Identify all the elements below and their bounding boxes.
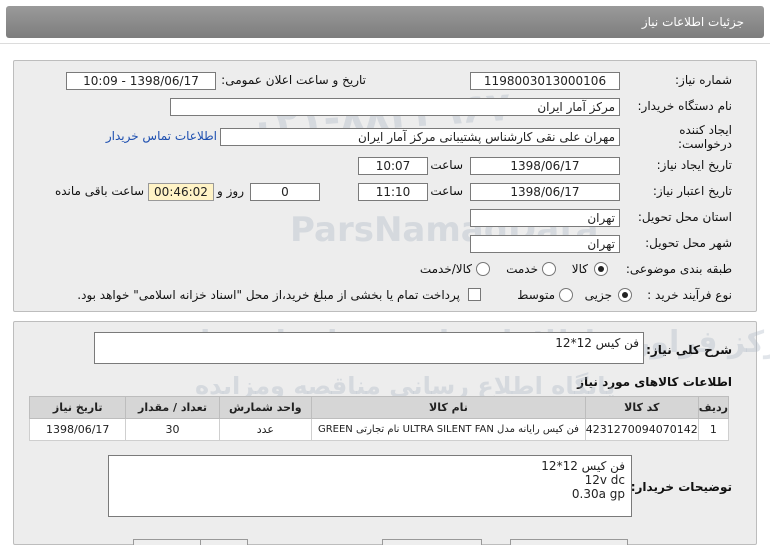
buyer-org-label: نام دستگاه خریدار: [637,99,733,113]
province-label: استان محل تحویل: [637,210,732,224]
creator-label-line2: درخواست: [678,137,732,151]
process-option-minor: جزیی [584,288,612,302]
page-title: جزئیات اطلاعات نیاز [641,15,744,29]
treasury-payment-checkbox[interactable] [468,288,481,301]
cell-need-date: 1398/06/17 [28,418,127,441]
buyer-contact-link[interactable]: اطلاعات تماس خریدار [106,129,217,143]
cell-unit: عدد [218,418,313,441]
col-header-row-number: ردیف [697,396,730,419]
table-row: 1 4231270094070142 فن کیس رایانه مدل ULT… [28,418,730,441]
col-header-item-code: کد کالا [584,396,699,419]
bottom-button-3[interactable] [200,539,248,545]
category-option-service: خدمت [506,262,538,276]
city-field: تهران [470,235,620,253]
buyer-org-field: مرکز آمار ایران [170,98,620,116]
days-label: روز و [217,184,244,198]
bottom-button-4[interactable] [510,539,628,545]
creator-label-line1: ایجاد کننده [679,123,732,137]
validity-date-field: 1398/06/17 [470,183,620,201]
buyer-notes-field: فن کیس 12*12 12v dc 0.30a gp [108,455,632,517]
col-header-quantity: تعداد / مقدار [125,396,220,419]
category-option-goods: کالا [571,262,588,276]
category-radio-service[interactable] [542,262,556,276]
category-label: طبقه بندی موضوعی: [625,262,732,276]
category-radio-goods[interactable] [594,262,608,276]
col-header-item-name: نام کالا [311,396,586,419]
need-number-label: شماره نیاز: [675,73,732,87]
days-remaining-field: 0 [250,183,320,201]
create-time-field: 10:07 [358,157,428,175]
summary-label: شرح کلی نیاز: [646,343,732,357]
cell-item-code: 4231270094070142 [584,418,699,441]
remaining-time-label: ساعت باقی مانده [54,184,144,198]
items-table: ردیف کد کالا نام کالا واحد شمارش تعداد /… [28,396,730,441]
cell-row-number: 1 [697,418,730,441]
buyer-notes-line: 0.30a gp [571,487,625,501]
col-header-unit: واحد شمارش [218,396,313,419]
items-section-title: اطلاعات کالاهای مورد نیاز [577,375,732,389]
buyer-notes-line: 12v dc [584,473,625,487]
remaining-time-field: 00:46:02 [148,183,214,201]
items-table-header: ردیف کد کالا نام کالا واحد شمارش تعداد /… [28,396,730,419]
category-option-goods-service: کالا/خدمت [419,262,472,276]
process-radio-medium[interactable] [559,288,573,302]
title-bar-background: جزئیات اطلاعات نیاز [6,6,764,38]
create-date-label: تاریخ ایجاد نیاز: [656,158,732,172]
summary-field: فن کیس 12*12 [94,332,644,364]
process-radio-minor[interactable] [618,288,632,302]
create-time-label: ساعت [430,158,463,172]
validity-time-field: 11:10 [358,183,428,201]
create-date-field: 1398/06/17 [470,157,620,175]
col-header-need-date: تاریخ نیاز [28,396,127,419]
announce-label: تاریخ و ساعت اعلان عمومی: [221,73,366,87]
validity-time-label: ساعت [430,184,463,198]
buyer-notes-line: فن کیس 12*12 [541,459,625,473]
cell-quantity: 30 [125,418,220,441]
bottom-button-2[interactable] [382,539,482,545]
title-bar: جزئیات اطلاعات نیاز [0,0,770,44]
buyer-notes-label: توضیحات خریدار: [630,480,732,494]
process-option-medium: متوسط [517,288,555,302]
announce-field: 1398/06/17 - 10:09 [66,72,216,90]
province-field: تهران [470,209,620,227]
treasury-payment-note: پرداخت تمام یا بخشی از مبلغ خرید،از محل … [77,288,460,302]
creator-field: مهران علی نقی کارشناس پشتیبانی مرکز آمار… [220,128,620,146]
process-label: نوع فرآیند خرید : [647,288,732,302]
need-number-field: 1198003013000106 [470,72,620,90]
validity-date-label: تاریخ اعتبار نیاز: [652,184,732,198]
category-radio-goods-service[interactable] [476,262,490,276]
cell-item-name: فن کیس رایانه مدل ULTRA SILENT FAN نام ت… [311,418,586,441]
city-label: شهر محل تحویل: [645,236,732,250]
